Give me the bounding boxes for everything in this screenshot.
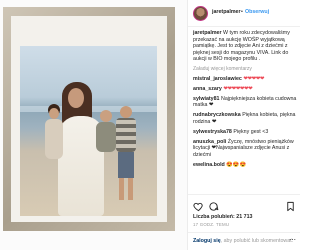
comment-icon[interactable] <box>208 199 219 211</box>
separator-dot: • <box>241 9 243 15</box>
comment: anuszka_poli Życzę, mnóstwo pieniążków l… <box>193 139 297 159</box>
comment-text: ❤❤❤❤❤ <box>243 75 265 82</box>
avatar[interactable] <box>193 6 208 21</box>
comment-text: 😍😍😍 <box>226 161 247 168</box>
comment-author-link[interactable]: sylwestryska78 <box>193 129 232 135</box>
post-panel: jaretpalmer • Obserwuj jaretpalmer W tym… <box>188 0 300 250</box>
comment-author-link[interactable]: rudnabryczkowska <box>193 112 241 118</box>
comment-author-link[interactable]: anna_szary <box>193 86 222 92</box>
caption: jaretpalmer W tym roku zdecydowaliśmy pr… <box>193 30 297 63</box>
comment-author-link[interactable]: mistral_jaroslawiec <box>193 76 242 82</box>
comment-text: Piękny gest <3 <box>233 128 269 135</box>
post-date: 17 GODZ. TEMU <box>193 222 230 227</box>
comment-text: ❤❤❤❤❤❤❤ <box>223 85 253 92</box>
comment: sylwestryska78 Piękny gest <3 <box>193 129 297 136</box>
post-actions: Liczba polubień: 21 713 17 GODZ. TEMU <box>188 194 300 227</box>
more-options-icon[interactable]: ⋯ <box>289 236 296 244</box>
comment-author-link[interactable]: sylwiaty81 <box>193 96 220 102</box>
username-link[interactable]: jaretpalmer <box>212 9 241 15</box>
post-photo[interactable] <box>0 0 188 250</box>
comments-list: jaretpalmer W tym roku zdecydowaliśmy pr… <box>193 30 297 172</box>
load-more-comments-link[interactable]: Załaduj więcej komentarzy <box>193 66 297 72</box>
picture-mat <box>11 16 167 222</box>
comment-author-link[interactable]: ewelina.bold <box>193 162 225 168</box>
login-prompt-text: , aby polubić lub skomentować <box>220 238 293 244</box>
comment-author-link[interactable]: anuszka_poli <box>193 139 226 145</box>
bookmark-icon[interactable] <box>285 199 296 212</box>
login-prompt: Zaloguj się, aby polubić lub skomentować <box>193 238 293 244</box>
likes-count[interactable]: Liczba polubień: 21 713 <box>193 214 252 220</box>
comment: sylwiaty81 Najpiękniejsza kobieta cudown… <box>193 96 297 109</box>
login-link[interactable]: Zaloguj się <box>193 238 221 244</box>
picture-frame <box>3 7 175 231</box>
heart-icon[interactable] <box>193 199 204 212</box>
caption-author-link[interactable]: jaretpalmer <box>193 30 222 36</box>
comment: rudnabryczkowska Piękna kobieta, piękna … <box>193 112 297 125</box>
comment: mistral_jaroslawiec ❤❤❤❤❤ <box>193 76 297 83</box>
post-header: jaretpalmer • Obserwuj <box>188 0 300 27</box>
comment: anna_szary ❤❤❤❤❤❤❤ <box>193 86 297 93</box>
family-photo <box>20 46 157 216</box>
post-footer: Zaloguj się, aby polubić lub skomentować… <box>188 232 300 251</box>
follow-button[interactable]: Obserwuj <box>245 9 269 15</box>
comment: ewelina.bold 😍😍😍 <box>193 162 297 169</box>
